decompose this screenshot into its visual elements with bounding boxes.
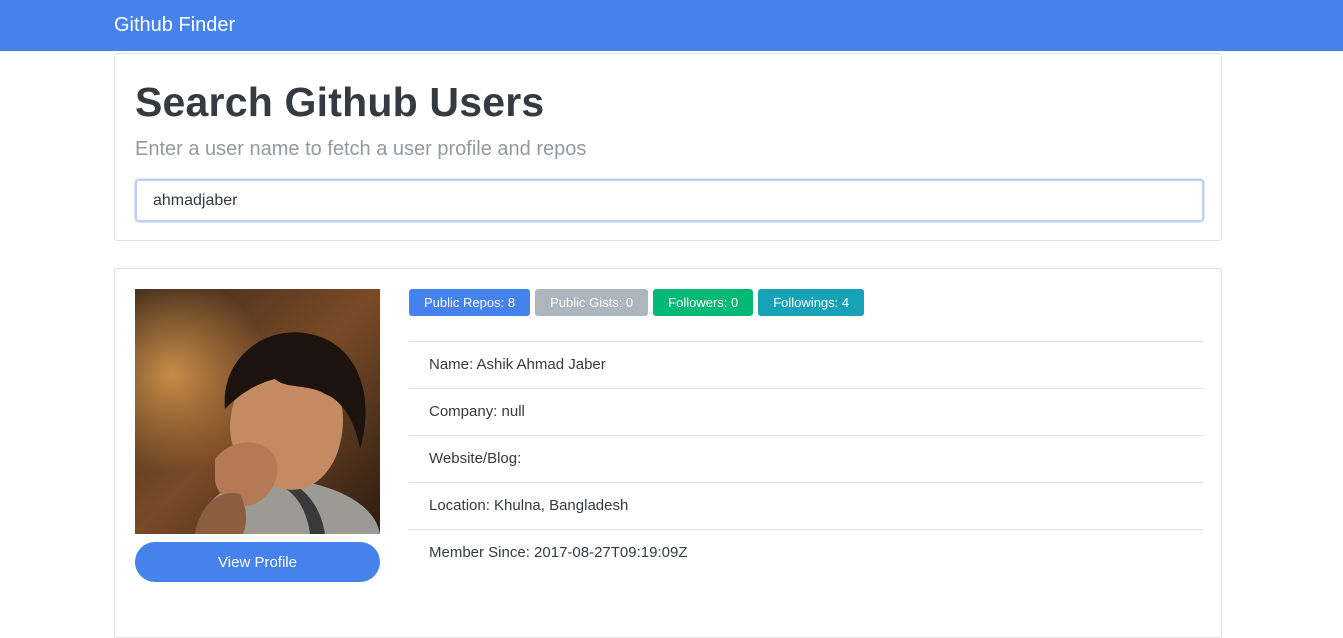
search-input[interactable] (135, 179, 1204, 222)
info-location: Location: Khulna, Bangladesh (409, 483, 1203, 530)
search-card: Search Github Users Enter a user name to… (114, 53, 1222, 241)
avatar-image (135, 289, 380, 534)
navbar-brand[interactable]: Github Finder (114, 12, 235, 38)
info-company: Company: null (409, 389, 1203, 436)
followings-badge: Followings: 4 (758, 289, 865, 316)
navbar: Github Finder (0, 0, 1343, 51)
profile-card: View Profile Public Repos: 8 Public Gist… (114, 268, 1222, 638)
profile-info-list: Name: Ashik Ahmad Jaber Company: null We… (409, 341, 1203, 576)
public-repos-badge: Public Repos: 8 (409, 289, 531, 316)
public-gists-badge: Public Gists: 0 (535, 289, 649, 316)
stats-badges: Public Repos: 8 Public Gists: 0 Follower… (409, 289, 865, 316)
page-title: Search Github Users (135, 79, 545, 125)
followers-badge: Followers: 0 (653, 289, 754, 316)
avatar (135, 289, 380, 534)
info-name: Name: Ashik Ahmad Jaber (409, 342, 1203, 389)
view-profile-button[interactable]: View Profile (135, 542, 380, 582)
info-member-since: Member Since: 2017-08-27T09:19:09Z (429, 544, 688, 561)
info-website: Website/Blog: (409, 436, 1203, 483)
search-subtitle: Enter a user name to fetch a user profil… (135, 138, 587, 160)
